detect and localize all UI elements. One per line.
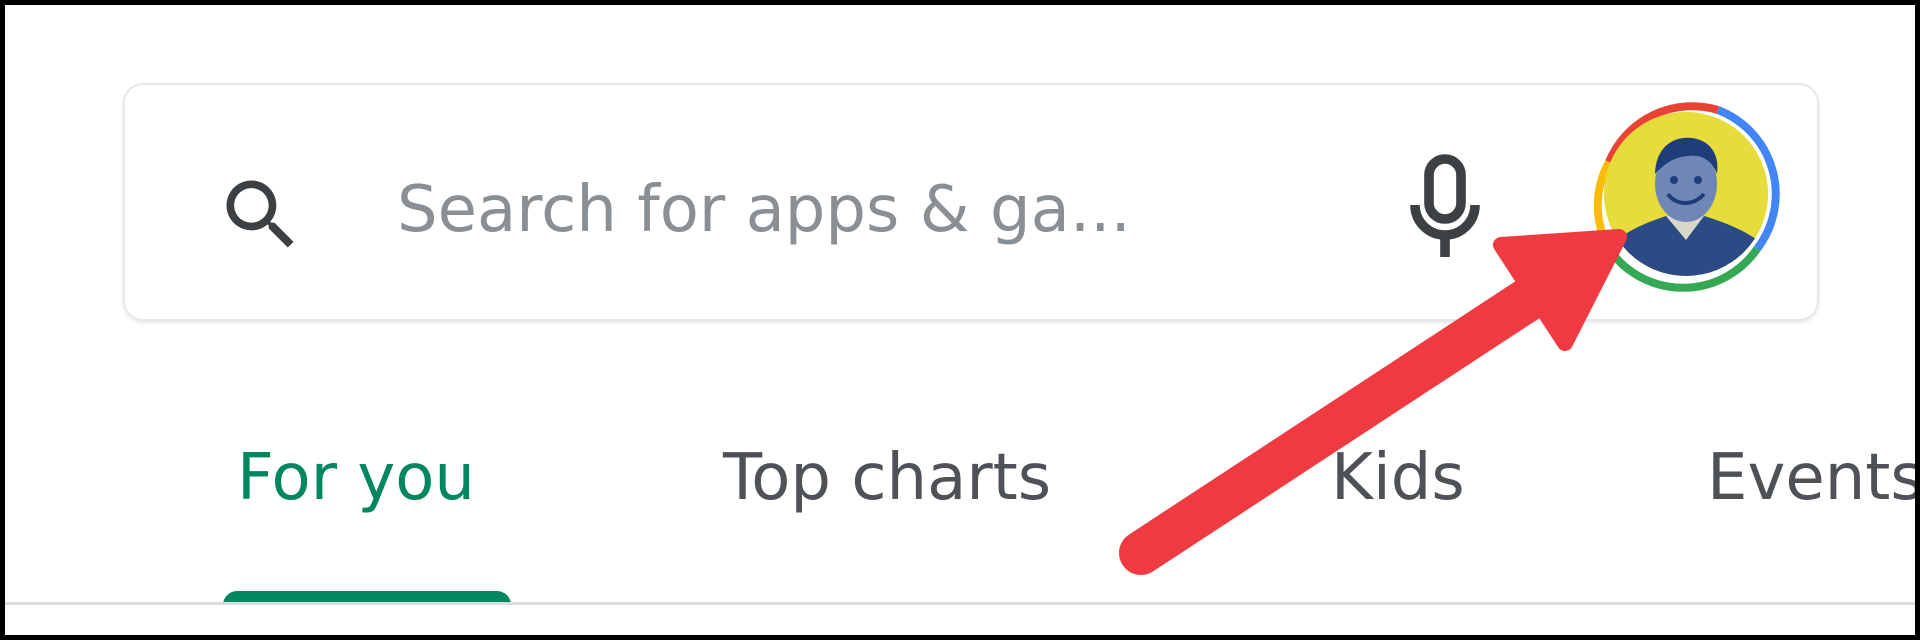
screenshot-frame: For you Top charts Kids Events — [0, 0, 1920, 640]
tab-kids[interactable]: Kids — [1331, 433, 1465, 523]
microphone-icon[interactable] — [1405, 153, 1485, 265]
profile-avatar-icon — [1604, 112, 1768, 276]
tab-events[interactable]: Events — [1707, 433, 1915, 523]
tab-divider — [5, 602, 1915, 605]
tab-for-you[interactable]: For you — [237, 433, 475, 523]
tab-bar: For you Top charts Kids Events — [5, 385, 1915, 605]
account-avatar-button[interactable] — [1581, 89, 1791, 299]
tab-top-charts[interactable]: Top charts — [723, 433, 1051, 523]
avatar — [1604, 112, 1768, 276]
search-icon[interactable] — [215, 169, 307, 261]
search-input[interactable] — [397, 155, 1417, 265]
search-bar[interactable] — [123, 83, 1819, 321]
